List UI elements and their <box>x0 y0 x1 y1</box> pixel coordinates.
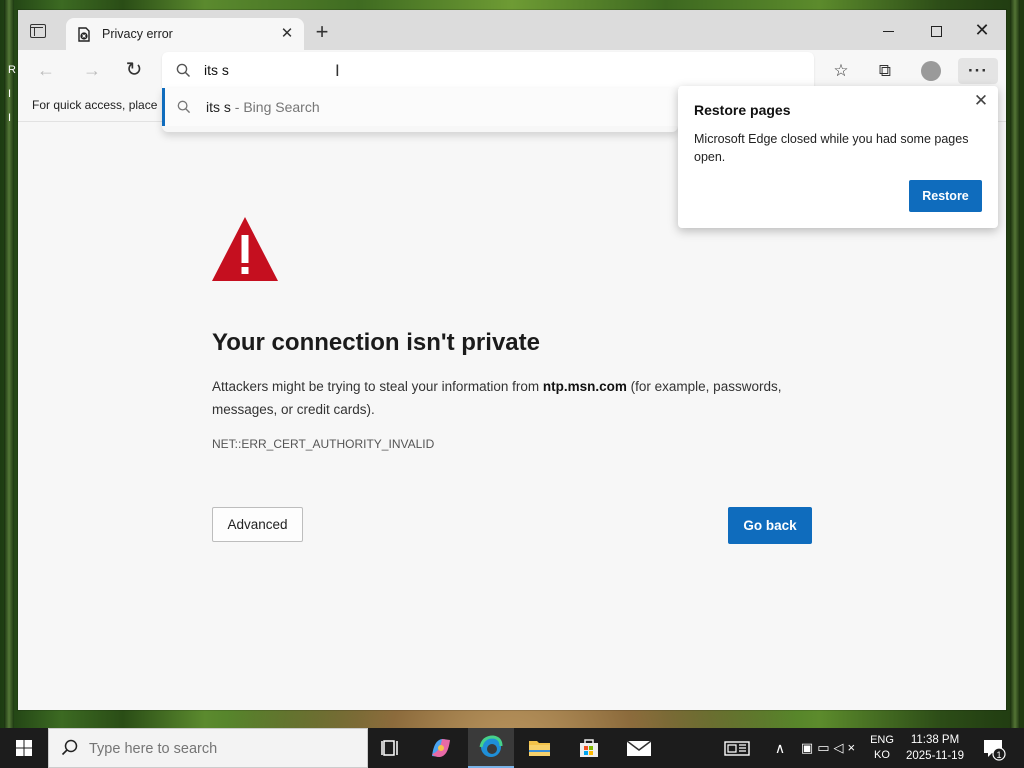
taskbar-search[interactable] <box>48 728 368 768</box>
restore-close-icon[interactable]: ✕ <box>972 92 990 110</box>
close-window-button[interactable]: ✕ <box>960 16 1004 44</box>
warning-triangle-icon <box>212 217 278 281</box>
suggestion-bing-search[interactable]: its s - Bing Search <box>162 88 678 126</box>
restore-title: Restore pages <box>694 102 791 118</box>
address-bar[interactable]: I <box>162 52 814 88</box>
error-description-prefix: Attackers might be trying to steal your … <box>212 379 543 394</box>
tab-actions-icon[interactable] <box>30 24 46 38</box>
text-cursor-icon: I <box>335 61 340 80</box>
browser-toolbar: ← → ↻ I ☆ ⧉ ··· <box>18 50 1006 90</box>
desktop-label-3: I <box>8 112 12 124</box>
restore-pages-flyout: Restore pages ✕ Microsoft Edge closed wh… <box>678 86 998 228</box>
desktop-partial-labels: R I I <box>8 58 16 130</box>
refresh-button[interactable]: ↻ <box>120 58 148 84</box>
show-hidden-icons-chevron-icon[interactable]: ∧ <box>770 728 790 768</box>
search-icon <box>176 63 191 78</box>
news-widget-icon[interactable] <box>722 728 752 768</box>
taskbar: ∧ ▣▭◁× ENG KO 11:38 PM 2025-11-19 1 <box>0 728 1024 768</box>
restore-message: Microsoft Edge closed while you had some… <box>694 132 969 164</box>
advanced-button[interactable]: Advanced <box>212 507 303 542</box>
tab-bar: Privacy error ✕ + ✕ <box>18 10 1006 50</box>
address-input[interactable] <box>204 60 784 80</box>
edge-browser-window: Privacy error ✕ + ✕ ← → ↻ I ☆ ⧉ ··· For … <box>18 10 1006 710</box>
minimize-button[interactable] <box>866 16 910 44</box>
search-icon <box>61 739 78 756</box>
language-line2: KO <box>874 749 890 761</box>
maximize-button[interactable] <box>914 16 958 44</box>
desktop-label-2: I <box>8 88 12 100</box>
tab-close-icon[interactable]: ✕ <box>278 25 296 43</box>
suggestion-text: its s - Bing Search <box>206 99 320 115</box>
search-icon <box>177 100 191 114</box>
collections-icon[interactable]: ⧉ <box>870 58 900 84</box>
back-button[interactable]: ← <box>32 58 60 84</box>
language-line1: ENG <box>870 734 894 746</box>
go-back-button[interactable]: Go back <box>728 507 812 544</box>
task-view-icon[interactable] <box>368 728 414 768</box>
error-description: Attackers might be trying to steal your … <box>212 375 822 421</box>
file-explorer-icon[interactable] <box>516 728 562 768</box>
clock-date: 2025-11-19 <box>906 750 964 762</box>
notification-count: 1 <box>996 750 1001 760</box>
tab-title: Privacy error <box>102 27 173 41</box>
edge-taskbar-icon[interactable] <box>468 728 514 768</box>
profile-avatar[interactable] <box>916 58 946 84</box>
address-suggestions: its s - Bing Search <box>162 88 678 132</box>
input-language-indicator[interactable]: ENG KO <box>866 728 898 768</box>
copilot-icon[interactable] <box>418 728 464 768</box>
suggestion-engine: - Bing Search <box>230 99 320 115</box>
taskbar-search-input[interactable] <box>89 739 349 759</box>
privacy-error-favicon-icon <box>78 27 90 42</box>
restore-button[interactable]: Restore <box>909 180 982 212</box>
mail-icon[interactable] <box>616 728 662 768</box>
error-domain: ntp.msn.com <box>542 379 627 394</box>
settings-more-button[interactable]: ··· <box>958 58 998 84</box>
clock[interactable]: 11:38 PM 2025-11-19 <box>900 728 970 768</box>
tab-privacy-error[interactable]: Privacy error ✕ <box>66 18 304 50</box>
start-button[interactable] <box>0 728 48 768</box>
favorites-icon[interactable]: ☆ <box>826 58 856 84</box>
new-tab-button[interactable]: + <box>312 21 332 43</box>
forward-button[interactable]: → <box>78 58 106 84</box>
clock-time: 11:38 PM <box>910 734 960 746</box>
error-code: NET::ERR_CERT_AUTHORITY_INVALID <box>212 437 435 451</box>
microsoft-store-icon[interactable] <box>566 728 612 768</box>
system-tray-icons[interactable]: ▣▭◁× <box>796 728 864 768</box>
error-heading: Your connection isn't private <box>212 329 540 356</box>
notification-center-icon[interactable]: 1 <box>978 728 1010 768</box>
favorites-bar-hint: For quick access, place your favorites h… <box>32 98 160 112</box>
windows-logo-icon <box>16 740 32 756</box>
desktop-label-1: R <box>8 64 16 76</box>
suggestion-query: its s <box>206 99 231 115</box>
